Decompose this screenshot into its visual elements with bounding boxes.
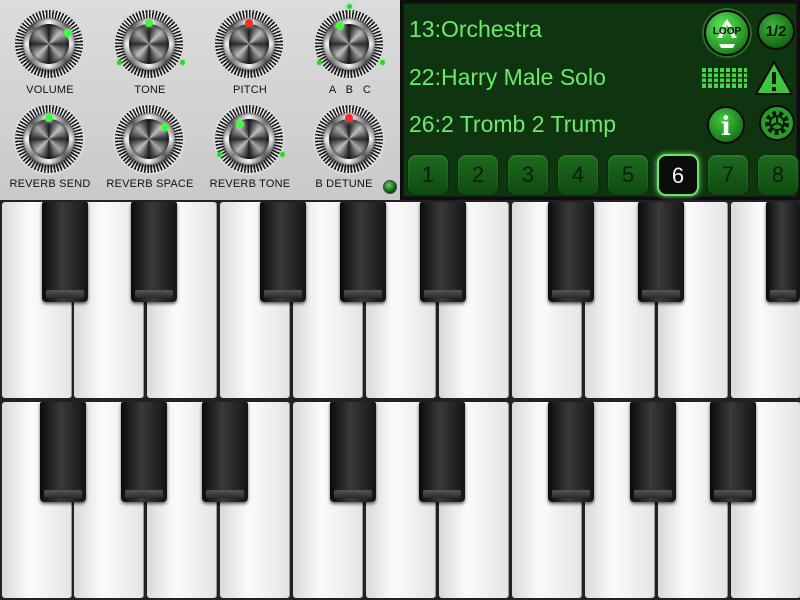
lower-keyboard xyxy=(0,400,800,600)
warning-icon[interactable] xyxy=(754,60,794,96)
preset-slot-7-button[interactable]: 7 xyxy=(707,154,749,196)
abc-b-led xyxy=(347,4,352,9)
lcd-screen: 13:Orchestra 22:Harry Male Solo 26:2 Tro… xyxy=(403,3,799,197)
upper-keyboard-black-key[interactable] xyxy=(766,202,800,302)
reverb-space-knob[interactable] xyxy=(113,103,185,175)
reverb-tone-knob[interactable] xyxy=(213,103,285,175)
tone-min-led xyxy=(117,60,122,65)
abc-knob[interactable] xyxy=(313,8,385,80)
reverb-space-label: REVERB SPACE xyxy=(106,178,194,190)
preset-line-2[interactable]: 22:Harry Male Solo xyxy=(409,64,606,91)
lower-keyboard-black-key[interactable] xyxy=(202,402,248,502)
b-detune-knob-indicator xyxy=(345,114,353,122)
reverb-send-knob-indicator xyxy=(45,114,53,122)
preset-slot-5-button[interactable]: 5 xyxy=(607,154,649,196)
preset-line-3[interactable]: 26:2 Tromb 2 Trump xyxy=(409,111,616,138)
reverb-tone-min-led xyxy=(217,152,222,157)
preset-slot-3-button[interactable]: 3 xyxy=(507,154,549,196)
half-speed-label: 1/2 xyxy=(765,23,787,40)
lower-keyboard-black-key[interactable] xyxy=(419,402,465,502)
tone-knob[interactable] xyxy=(113,8,185,80)
lower-keyboard-black-key[interactable] xyxy=(40,402,86,502)
reverb-tone-max-led xyxy=(280,152,285,157)
preset-slot-4-button[interactable]: 4 xyxy=(557,154,599,196)
abc-label: A B C xyxy=(328,84,372,96)
pitch-label: PITCH xyxy=(233,84,267,96)
tone-label: TONE xyxy=(134,84,166,96)
abc-knob-indicator xyxy=(336,22,344,30)
b-detune-knob[interactable] xyxy=(313,103,385,175)
volume-knob[interactable] xyxy=(13,8,85,80)
preset-display: 13:Orchestra 22:Harry Male Solo 26:2 Tro… xyxy=(400,0,800,200)
upper-keyboard-black-key[interactable] xyxy=(420,202,466,302)
lower-keyboard-black-key[interactable] xyxy=(710,402,756,502)
lower-keyboard-black-key[interactable] xyxy=(121,402,167,502)
reverb-tone-knob-indicator xyxy=(236,120,244,128)
preset-slot-6-button[interactable]: 6 xyxy=(657,154,699,196)
upper-keyboard-black-key[interactable] xyxy=(42,202,88,302)
upper-keyboard-black-key[interactable] xyxy=(131,202,177,302)
b-detune-label: B DETUNE xyxy=(315,178,373,190)
volume-knob-indicator xyxy=(64,29,72,37)
tone-knob-indicator xyxy=(145,19,153,27)
preset-slot-2-button[interactable]: 2 xyxy=(457,154,499,196)
upper-keyboard-black-key[interactable] xyxy=(638,202,684,302)
preset-line-1[interactable]: 13:Orchestra xyxy=(409,16,542,43)
reverb-send-knob[interactable] xyxy=(13,103,85,175)
upper-keyboard-black-key[interactable] xyxy=(260,202,306,302)
gear-icon[interactable] xyxy=(759,105,795,141)
abc-c-led xyxy=(380,60,385,65)
abc-a-led xyxy=(317,60,322,65)
upper-keyboard-black-key[interactable] xyxy=(340,202,386,302)
pitch-knob-indicator xyxy=(245,19,253,27)
info-icon: i xyxy=(721,112,731,142)
tone-max-led xyxy=(180,60,185,65)
upper-keyboard xyxy=(0,200,800,400)
half-speed-button[interactable]: 1/2 xyxy=(757,12,795,50)
pitch-knob[interactable] xyxy=(213,8,285,80)
volume-label: VOLUME xyxy=(26,84,74,96)
lower-keyboard-black-key[interactable] xyxy=(548,402,594,502)
lower-keyboard-black-key[interactable] xyxy=(330,402,376,502)
reverb-tone-label: REVERB TONE xyxy=(209,178,291,190)
status-led-icon xyxy=(383,180,397,194)
preset-slot-8-button[interactable]: 8 xyxy=(757,154,799,196)
loop-button[interactable]: LOOP xyxy=(704,10,750,56)
loop-label: LOOP xyxy=(712,26,742,37)
reverb-send-label: REVERB SEND xyxy=(9,178,91,190)
upper-keyboard-black-key[interactable] xyxy=(548,202,594,302)
level-meter-icon xyxy=(700,68,748,88)
knob-panel: VOLUME TONE PITCH A B C REVERB SEND REVE… xyxy=(0,0,400,200)
lower-keyboard-black-key[interactable] xyxy=(630,402,676,502)
preset-slot-1-button[interactable]: 1 xyxy=(407,154,449,196)
info-button[interactable]: i xyxy=(707,106,745,144)
reverb-space-knob-indicator xyxy=(161,123,169,131)
